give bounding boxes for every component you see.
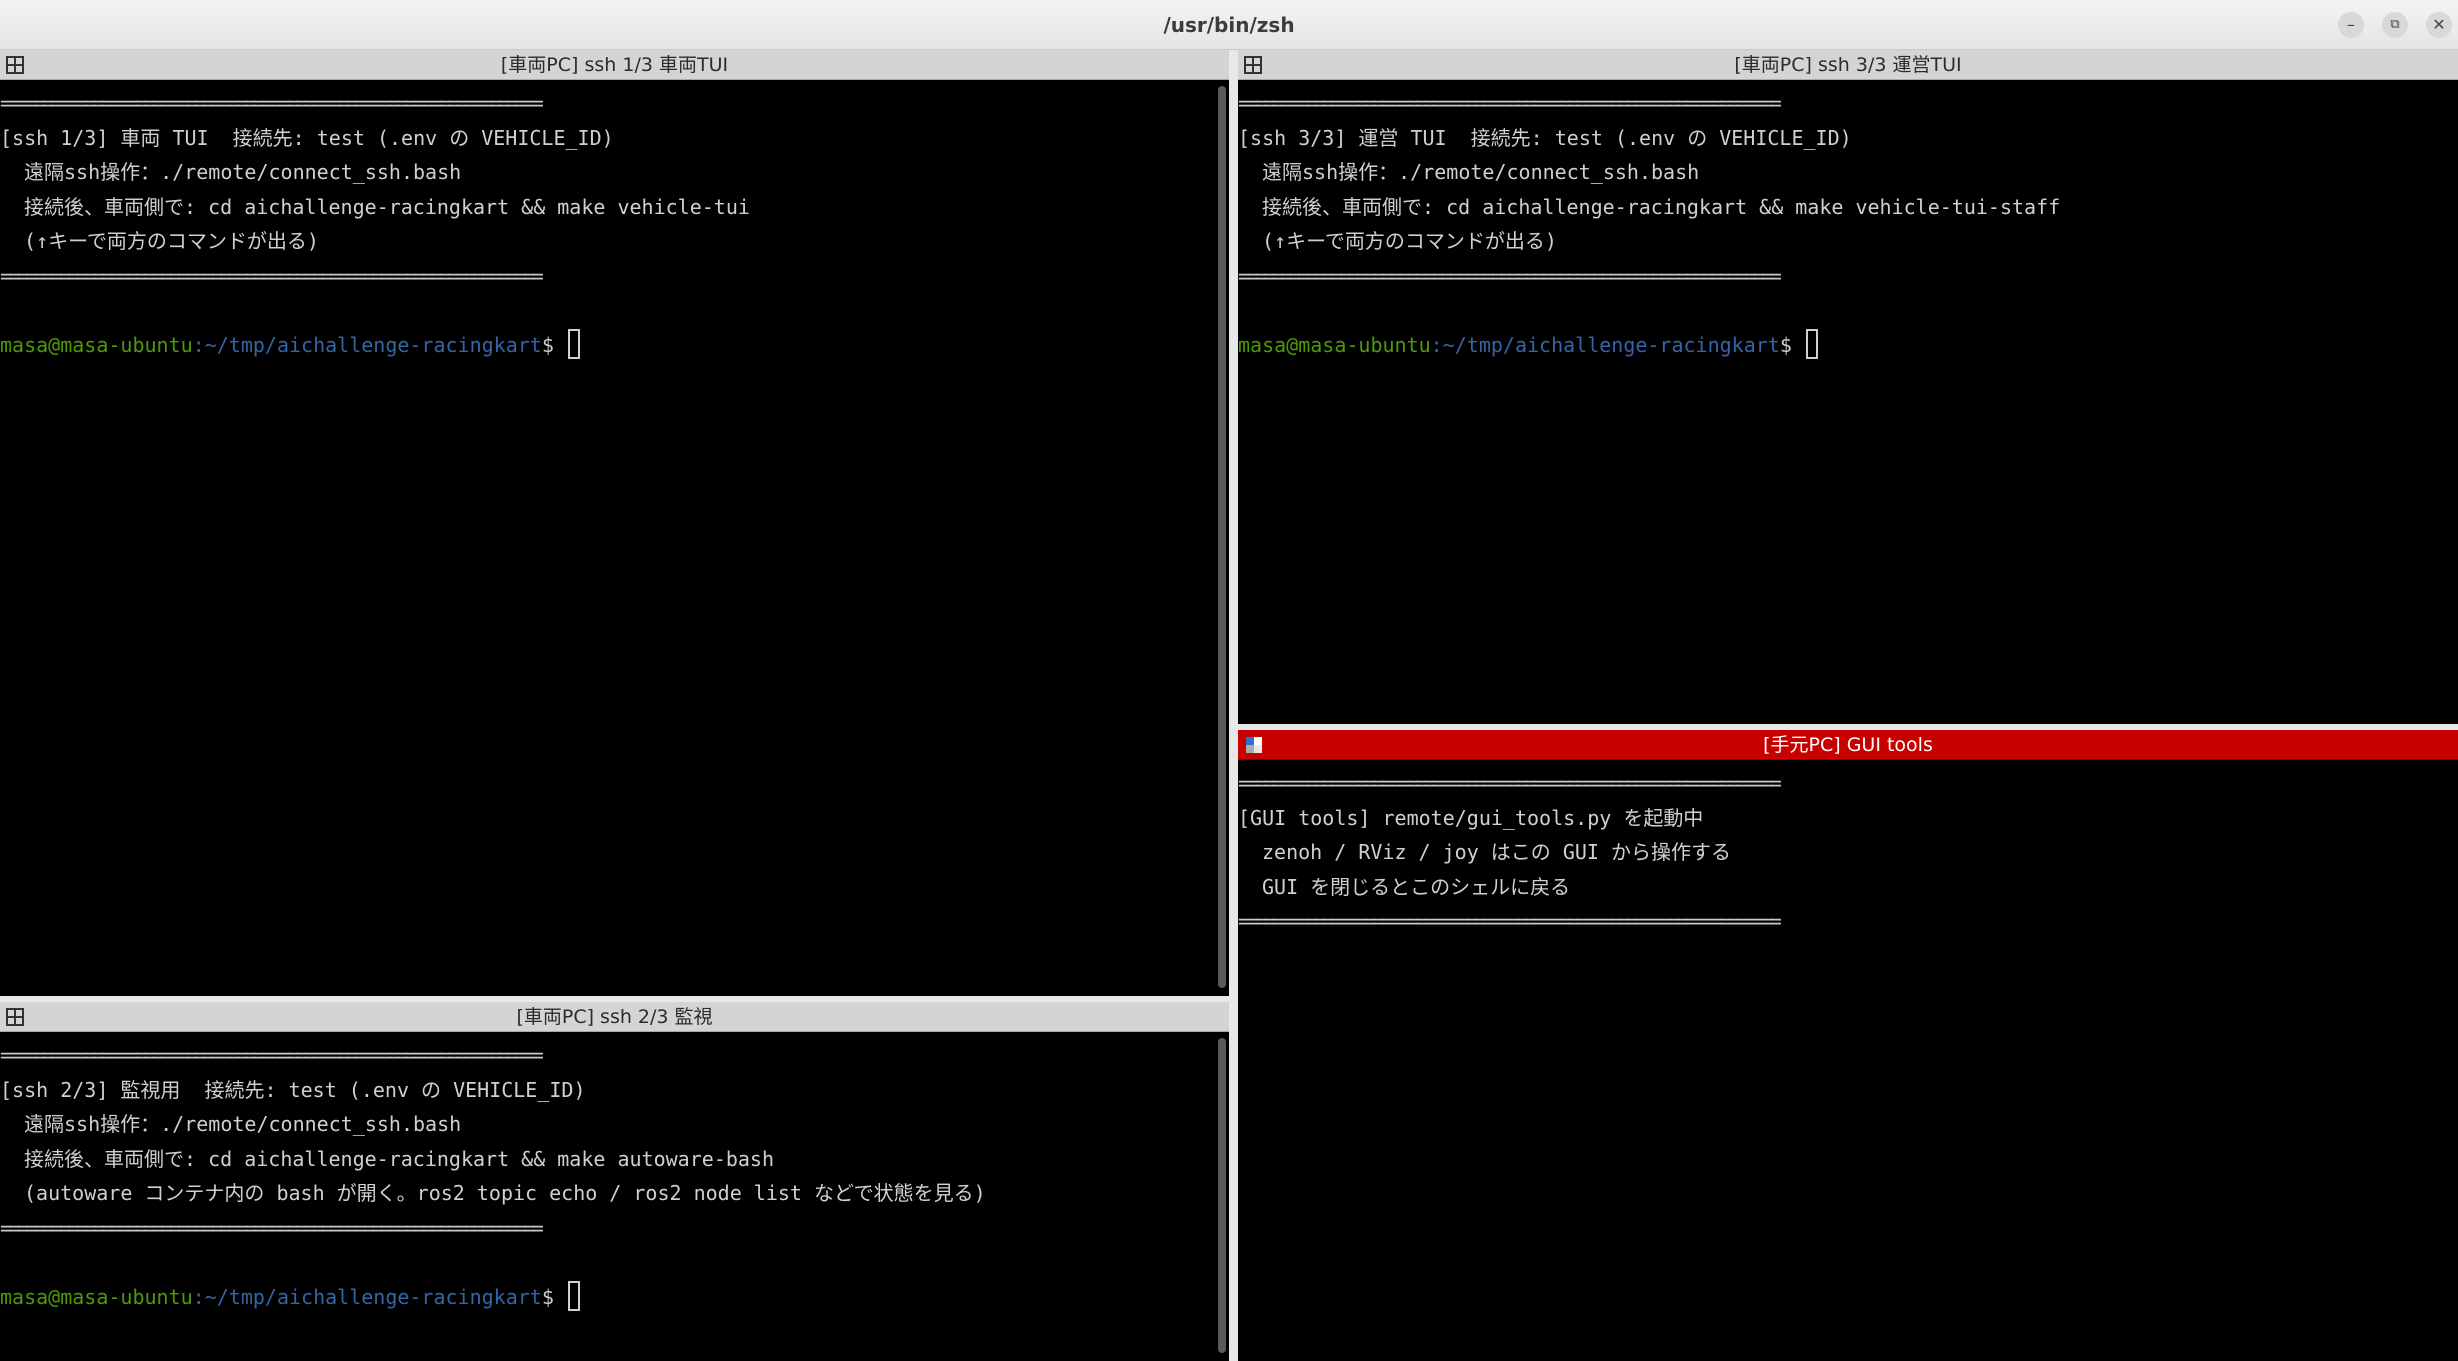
close-button[interactable]: ✕ (2426, 12, 2452, 38)
output-line: (autoware コンテナ内の bash が開く。ros2 topic ech… (24, 1181, 986, 1205)
output-line: (↑キーで両方のコマンドが出る) (1262, 229, 1557, 253)
separator-line: ========================================… (1238, 91, 1782, 115)
pane-title: [車両PC] ssh 3/3 運営TUI (1734, 54, 1962, 76)
pane-monitor[interactable]: [車両PC] ssh 2/3 監視 ======================… (0, 1002, 1229, 1361)
terminal-output[interactable]: ========================================… (0, 1032, 1215, 1361)
terminal-window: /usr/bin/zsh – ⧉ ✕ [車両PC] ssh 1/3 車両TUI … (0, 0, 2458, 1361)
pane-titlebar[interactable]: [車両PC] ssh 1/3 車両TUI (0, 50, 1229, 80)
pane-vehicle-tui[interactable]: [車両PC] ssh 1/3 車両TUI ===================… (0, 50, 1229, 996)
pane-staff-tui[interactable]: [車両PC] ssh 3/3 運営TUI ===================… (1238, 50, 2458, 724)
window-title: /usr/bin/zsh (1163, 13, 1295, 37)
output-line: 遠隔ssh操作：./remote/connect_ssh.bash (1262, 160, 1700, 184)
prompt-symbol: $ (541, 1284, 554, 1309)
output-line: 遠隔ssh操作：./remote/connect_ssh.bash (24, 160, 462, 184)
separator-line: ========================================… (0, 1215, 544, 1240)
separator-line: ========================================… (0, 91, 544, 115)
maximize-button[interactable]: ⧉ (2382, 12, 2408, 38)
pane-divider[interactable] (1229, 50, 1238, 1361)
pane-titlebar[interactable]: [車両PC] ssh 3/3 運営TUI (1238, 50, 2458, 80)
terminal-output[interactable]: ========================================… (1238, 760, 2444, 1361)
prompt-user: masa@masa-ubuntu (0, 1284, 193, 1309)
separator-line: ========================================… (1238, 909, 1782, 933)
pane-title: [車両PC] ssh 1/3 車両TUI (500, 54, 729, 76)
shell-prompt[interactable]: masa@masa-ubuntu:~/tmp/aichallenge-racin… (0, 328, 1215, 363)
scrollbar[interactable] (1218, 1038, 1226, 1353)
pane-gui-tools[interactable]: [手元PC] GUI tools =======================… (1238, 730, 2458, 1361)
output-line: 接続後、車両側で: cd aichallenge-racingkart && m… (1262, 194, 2061, 219)
minimize-button[interactable]: – (2338, 12, 2364, 38)
pane-title: [車両PC] ssh 2/3 監視 (516, 1006, 713, 1028)
separator-line: ========================================… (0, 263, 544, 288)
pane-titlebar-active[interactable]: [手元PC] GUI tools (1238, 730, 2458, 760)
output-line: 接続後、車両側で: cd aichallenge-racingkart && m… (24, 1146, 775, 1171)
prompt-symbol: $ (1779, 332, 1792, 357)
scrollbar[interactable] (1218, 86, 1226, 988)
prompt-user: masa@masa-ubuntu (1238, 332, 1431, 357)
pane-title: [手元PC] GUI tools (1763, 734, 1933, 756)
text-cursor (1805, 329, 1818, 359)
prompt-path: :~/tmp/aichallenge-racingkart (192, 332, 542, 357)
shell-prompt[interactable]: masa@masa-ubuntu:~/tmp/aichallenge-racin… (0, 1280, 1215, 1315)
separator-line: ========================================… (1238, 263, 1782, 288)
output-line: [ssh 3/3] 運営 TUI 接続先: test (.env の VEHIC… (1238, 125, 1852, 150)
prompt-path: :~/tmp/aichallenge-racingkart (192, 1284, 542, 1309)
output-line: [GUI tools] remote/gui_tools.py を起動中 (1238, 805, 1704, 830)
prompt-path: :~/tmp/aichallenge-racingkart (1430, 332, 1780, 357)
output-line: (↑キーで両方のコマンドが出る) (24, 229, 319, 253)
separator-line: ========================================… (1238, 771, 1782, 795)
pane-titlebar[interactable]: [車両PC] ssh 2/3 監視 (0, 1002, 1229, 1032)
prompt-user: masa@masa-ubuntu (0, 332, 193, 357)
window-titlebar[interactable]: /usr/bin/zsh – ⧉ ✕ (0, 0, 2458, 50)
terminal-output[interactable]: ========================================… (0, 80, 1215, 996)
output-line: [ssh 2/3] 監視用 接続先: test (.env の VEHICLE_… (0, 1077, 586, 1102)
output-line: 接続後、車両側で: cd aichallenge-racingkart && m… (24, 194, 750, 219)
text-cursor (567, 329, 580, 359)
prompt-symbol: $ (541, 332, 554, 357)
shell-prompt[interactable]: masa@masa-ubuntu:~/tmp/aichallenge-racin… (1238, 328, 2444, 363)
output-line: GUI を閉じるとこのシェルに戻る (1262, 874, 1571, 899)
output-line: 遠隔ssh操作：./remote/connect_ssh.bash (24, 1112, 462, 1136)
output-line: zenoh / RViz / joy はこの GUI から操作する (1262, 840, 1731, 864)
terminal-output[interactable]: ========================================… (1238, 80, 2444, 724)
separator-line: ========================================… (0, 1043, 544, 1067)
text-cursor (567, 1281, 580, 1311)
output-line: [ssh 1/3] 車両 TUI 接続先: test (.env の VEHIC… (0, 125, 614, 150)
